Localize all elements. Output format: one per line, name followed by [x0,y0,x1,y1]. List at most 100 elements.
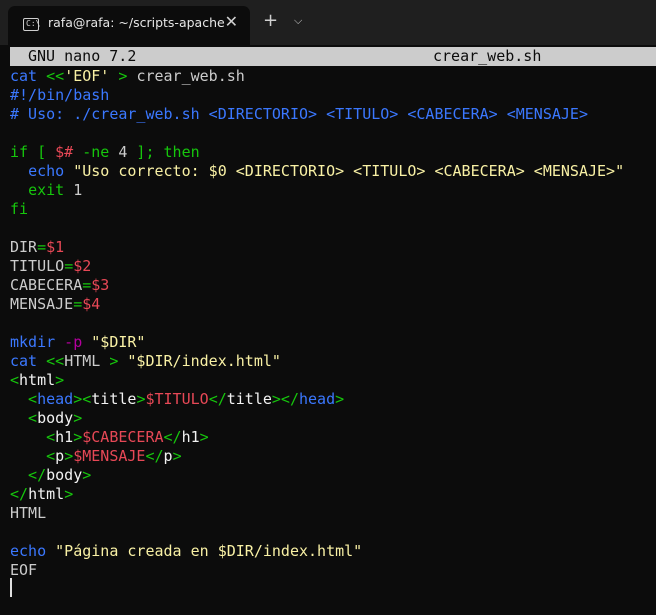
code-token: ]; then [127,143,200,161]
code-token: EOF [10,561,38,579]
code-token: h1 [181,428,200,446]
code-token: 1 [64,181,83,199]
code-line: cat <<HTML > "$DIR/index.html" [10,352,624,371]
code-line: </html> [10,485,624,504]
code-line: # Uso: ./crear_web.sh <DIRECTORIO> <TITU… [10,105,624,124]
code-token: $4 [82,295,101,313]
tab-title: rafa@rafa: ~/scripts-apache [48,15,225,30]
code-token: crear_web.sh [136,67,245,85]
code-token: exit [28,181,65,199]
code-token: MENSAJE [10,295,74,313]
code-line: HTML [10,504,624,523]
code-line: <body> [10,409,624,428]
code-token: [ [28,143,56,161]
code-token: DIR [10,238,38,256]
code-token: = [73,295,83,313]
editor-buffer[interactable]: cat <<'EOF' > crear_web.sh #!/bin/bash # U… [10,67,624,580]
code-token: cat [10,352,47,370]
code-token: title [91,390,137,408]
code-token: "$DIR/index.html" [127,352,281,370]
code-token: = [82,276,92,294]
code-token: echo [10,542,47,560]
code-token: echo [28,162,65,180]
code-token: $3 [91,276,110,294]
window-titlebar: C:\ rafa@rafa: ~/scripts-apache ✕ + ⌵ [0,0,656,45]
code-token: fi [10,200,29,218]
code-token: = [37,238,47,256]
code-token: > [100,352,128,370]
code-line: mkdir -p "$DIR" [10,333,624,352]
code-token: body [46,466,83,484]
code-token: > [172,447,182,465]
code-token: CABECERA [10,276,83,294]
chevron-down-icon[interactable]: ⌵ [294,14,302,28]
terminal-tab[interactable]: C:\ rafa@rafa: ~/scripts-apache ✕ [8,6,250,45]
code-token: #!/bin/bash [10,86,110,104]
code-line: echo "Uso correcto: $0 <DIRECTORIO> <TIT… [10,162,624,181]
code-token: $CABECERA [82,428,164,446]
code-token: $2 [73,257,92,275]
code-line: <h1>$CABECERA</h1> [10,428,624,447]
code-line: </body> [10,466,624,485]
code-token: -ne [73,143,119,161]
code-token: p [55,447,65,465]
code-token: </ [208,390,227,408]
code-token: < [10,447,56,465]
code-token: title [226,390,272,408]
code-token: h1 [55,428,74,446]
close-icon[interactable]: ✕ [225,12,238,31]
code-line: <html> [10,371,624,390]
code-token: </ [10,466,47,484]
code-token: </ [163,428,182,446]
text-cursor [10,578,12,597]
code-token: < [10,371,20,389]
code-token: HTML [10,504,47,522]
code-token: > [55,371,65,389]
code-line: <p>$MENSAJE</p> [10,447,624,466]
code-line: if [ $# -ne 4 ]; then [10,143,624,162]
code-token: << [46,352,65,370]
code-token: mkdir [10,333,56,351]
code-token: -p [55,333,83,351]
code-line: <head><title>$TITULO</title></head> [10,390,624,409]
code-line: CABECERA=$3 [10,276,624,295]
code-token: if [10,143,29,161]
code-token: HTML [64,352,101,370]
terminal-area[interactable]: GNU nano 7.2 crear_web.sh cat <<'EOF' > … [0,45,656,615]
code-token: > [199,428,209,446]
code-line: EOF [10,561,624,580]
new-tab-button[interactable]: + [263,10,278,31]
code-token: > [109,67,137,85]
code-token: = [64,257,74,275]
code-token: 'EOF' [64,67,110,85]
code-line: MENSAJE=$4 [10,295,624,314]
code-token: $# [55,143,74,161]
code-line: exit 1 [10,181,624,200]
code-token: ></ [271,390,299,408]
code-line: TITULO=$2 [10,257,624,276]
code-line: echo "Página creada en $DIR/index.html" [10,542,624,561]
code-token: </ [10,485,29,503]
code-token: html [19,371,56,389]
code-token: $1 [46,238,65,256]
code-token: "Uso correcto: $0 <DIRECTORIO> <TITULO> … [64,162,625,180]
code-token: head [37,390,74,408]
code-token: > [64,447,74,465]
code-line: cat <<'EOF' > crear_web.sh [10,67,624,86]
nano-title-bar: GNU nano 7.2 crear_web.sh [10,47,656,66]
code-token: html [28,485,65,503]
terminal-icon: C:\ [23,18,40,31]
code-token: << [46,67,65,85]
code-token: > [82,466,92,484]
code-token: p [163,447,173,465]
nano-filename: crear_web.sh [433,47,542,65]
code-token: > [335,390,345,408]
nano-version: GNU nano 7.2 [28,47,137,65]
code-token: # Uso: ./crear_web.sh <DIRECTORIO> <TITU… [10,105,588,123]
